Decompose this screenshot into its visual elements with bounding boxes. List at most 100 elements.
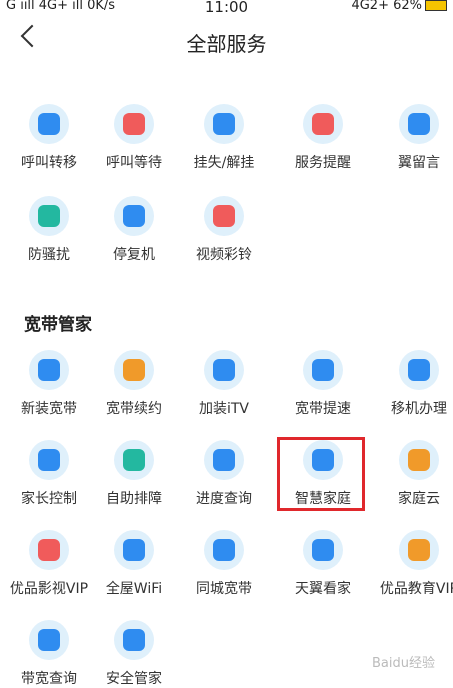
rocket-icon <box>303 350 343 390</box>
navbar: 全部服务 <box>0 18 453 64</box>
icon-core <box>38 359 60 381</box>
icon-core <box>312 113 334 135</box>
bell-icon <box>303 104 343 144</box>
service-item[interactable]: 进度查询 <box>179 440 269 508</box>
renew-icon <box>114 350 154 390</box>
icon-core <box>123 205 145 227</box>
service-label: 加装iTV <box>198 401 250 417</box>
cloud-icon <box>399 440 439 480</box>
service-label: 安全管家 <box>106 671 162 687</box>
icon-core <box>213 113 235 135</box>
service-item[interactable]: 翼留言 <box>374 104 453 172</box>
service-label: 挂失/解挂 <box>193 155 255 171</box>
service-label: 带宽查询 <box>21 671 77 687</box>
icon-core <box>123 539 145 561</box>
move-icon <box>399 350 439 390</box>
family-icon <box>29 440 69 480</box>
icon-core <box>38 205 60 227</box>
icon-core <box>38 539 60 561</box>
phone-clock-icon <box>114 104 154 144</box>
service-label: 呼叫转移 <box>21 155 77 171</box>
camera-icon <box>303 530 343 570</box>
page-title: 全部服务 <box>186 32 267 56</box>
service-item[interactable]: 新装宽带 <box>4 350 94 418</box>
icon-core <box>408 539 430 561</box>
service-item[interactable]: 加装iTV <box>179 350 269 418</box>
service-item[interactable]: 挂失/解挂 <box>179 104 269 172</box>
message-bell-icon <box>399 104 439 144</box>
section-title: 宽带管家 <box>24 315 92 335</box>
service-label: 呼叫等待 <box>106 155 162 171</box>
icon-core <box>312 359 334 381</box>
service-item[interactable]: 优品教育VIP <box>374 530 453 598</box>
battery-text: 4G2+ 62% <box>351 0 422 13</box>
icon-core <box>213 449 235 471</box>
service-item[interactable]: 移机办理 <box>374 350 453 418</box>
clipped-row <box>0 60 453 78</box>
service-label: 优品影视VIP <box>9 581 89 597</box>
service-item[interactable]: 防骚扰 <box>4 196 94 264</box>
icon-core <box>213 205 235 227</box>
icon-core <box>213 359 235 381</box>
service-label: 家庭云 <box>398 491 440 507</box>
progress-icon <box>204 440 244 480</box>
sim-lock-icon <box>204 104 244 144</box>
wifi-icon <box>114 530 154 570</box>
service-item[interactable]: 天翼看家 <box>278 530 368 598</box>
service-item[interactable]: 呼叫转移 <box>4 104 94 172</box>
icon-core <box>123 359 145 381</box>
icon-core <box>123 629 145 651</box>
service-label: 服务提醒 <box>295 155 351 171</box>
service-label: 停复机 <box>113 247 155 263</box>
service-label: 翼留言 <box>398 155 440 171</box>
icon-core <box>38 449 60 471</box>
speedometer-icon <box>29 620 69 660</box>
battery-icon <box>425 0 447 11</box>
video-ring-icon <box>204 196 244 236</box>
service-item[interactable]: 全屋WiFi <box>89 530 179 598</box>
service-item[interactable]: 视频彩铃 <box>179 196 269 264</box>
tv-icon <box>204 350 244 390</box>
service-item[interactable]: 服务提醒 <box>278 104 368 172</box>
service-label: 视频彩铃 <box>196 247 252 263</box>
service-item[interactable]: 家庭云 <box>374 440 453 508</box>
service-item[interactable]: 同城宽带 <box>179 530 269 598</box>
service-label: 家长控制 <box>21 491 77 507</box>
service-label: 全屋WiFi <box>105 581 163 597</box>
icon-core <box>408 113 430 135</box>
service-label: 移机办理 <box>391 401 447 417</box>
service-item[interactable]: 停复机 <box>89 196 179 264</box>
service-label: 进度查询 <box>196 491 252 507</box>
shield-home-icon <box>114 620 154 660</box>
watermark-logo: Baidu经验 <box>372 656 435 671</box>
icon-core <box>38 629 60 651</box>
icon-core <box>408 449 430 471</box>
phone-forward-icon <box>29 104 69 144</box>
phone-check-icon <box>114 196 154 236</box>
service-item[interactable]: 家长控制 <box>4 440 94 508</box>
service-item[interactable]: 优品影视VIP <box>4 530 94 598</box>
service-item[interactable]: 呼叫等待 <box>89 104 179 172</box>
service-label: 宽带提速 <box>295 401 351 417</box>
icon-core <box>123 113 145 135</box>
status-bar: G ııll 4G+ ıll 0K/s 11:00 4G2+ 62% <box>0 0 453 16</box>
service-item[interactable]: 宽带续约 <box>89 350 179 418</box>
shield-phone-icon <box>29 196 69 236</box>
service-item[interactable]: 安全管家 <box>89 620 179 688</box>
building-icon <box>204 530 244 570</box>
router-icon <box>29 350 69 390</box>
service-label: 自助排障 <box>106 491 162 507</box>
service-label: 新装宽带 <box>21 401 77 417</box>
battery-indicator: 4G2+ 62% <box>351 0 447 13</box>
tools-icon <box>114 440 154 480</box>
service-label: 天翼看家 <box>295 581 351 597</box>
icon-core <box>123 449 145 471</box>
service-item[interactable]: 宽带提速 <box>278 350 368 418</box>
education-icon <box>399 530 439 570</box>
icon-core <box>408 359 430 381</box>
service-item[interactable]: 带宽查询 <box>4 620 94 688</box>
icon-core <box>38 113 60 135</box>
service-item[interactable]: 自助排障 <box>89 440 179 508</box>
film-icon <box>29 530 69 570</box>
icon-core <box>312 539 334 561</box>
